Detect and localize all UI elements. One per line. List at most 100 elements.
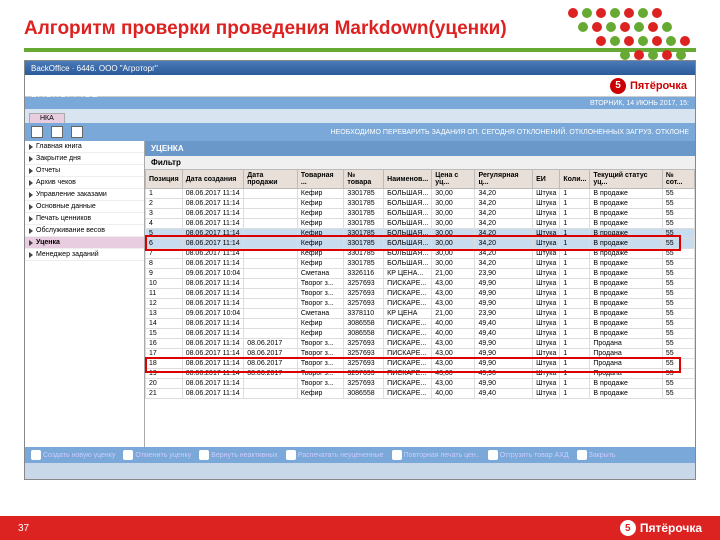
cell: 1 <box>560 279 590 289</box>
cell: КР ЦЕНА... <box>384 269 432 279</box>
cell: 9 <box>146 269 183 279</box>
footer-action[interactable]: Отгрузить товар АХД <box>488 450 569 460</box>
sidebar-item-label: Менеджер заданий <box>36 251 99 258</box>
column-header[interactable]: Товарная ... <box>297 170 343 189</box>
table-row[interactable]: 1408.06.2017 11:14Кефир3086558ПИСКАРЕ...… <box>146 319 695 329</box>
sidebar-item[interactable]: Основные данные <box>25 201 144 213</box>
table-row[interactable]: 508.06.2017 11:14Кефир3301785БОЛЬШАЯ...3… <box>146 229 695 239</box>
cell: Штука <box>533 319 560 329</box>
cell: 55 <box>662 389 694 399</box>
cell: 49,90 <box>475 369 533 379</box>
cell: 08.06.2017 11:14 <box>182 379 244 389</box>
sidebar-item[interactable]: Управление заказами <box>25 189 144 201</box>
table-row[interactable]: 2008.06.2017 11:14Творог з...3257693ПИСК… <box>146 379 695 389</box>
tool-icon[interactable] <box>31 126 43 138</box>
cell: 49,90 <box>475 279 533 289</box>
tool-icon[interactable] <box>71 126 83 138</box>
table-row[interactable]: 208.06.2017 11:14Кефир3301785БОЛЬШАЯ...3… <box>146 199 695 209</box>
sidebar-item[interactable]: Печать ценников <box>25 213 144 225</box>
column-header[interactable]: Текущий статус уц... <box>590 170 662 189</box>
footer-action[interactable]: Повторная печать цен.. <box>392 450 480 460</box>
tool-icon[interactable] <box>51 126 63 138</box>
table-row[interactable]: 1508.06.2017 11:14Кефир3086558ПИСКАРЕ...… <box>146 329 695 339</box>
cell: 6 <box>146 239 183 249</box>
cell: 43,00 <box>432 379 475 389</box>
cell: 34,20 <box>475 229 533 239</box>
footer-action[interactable]: Вернуть неактивных <box>199 450 278 460</box>
table-row[interactable]: 2108.06.2017 11:14Кефир3086558ПИСКАРЕ...… <box>146 389 695 399</box>
footer-action[interactable]: Распечатать неуцененные <box>286 450 384 460</box>
cell: 1 <box>560 329 590 339</box>
data-grid[interactable]: ПозицияДата созданияДата продажиТоварная… <box>145 169 695 399</box>
sidebar-item[interactable]: Менеджер заданий <box>25 249 144 261</box>
table-row[interactable]: 1608.06.2017 11:1408.06.2017Творог з...3… <box>146 339 695 349</box>
filter-label[interactable]: Фильтр <box>145 156 695 169</box>
cell: Штука <box>533 389 560 399</box>
cell: Творог з... <box>297 349 343 359</box>
table-row[interactable]: 708.06.2017 11:14Кефир3301785БОЛЬШАЯ...3… <box>146 249 695 259</box>
cell: 1 <box>560 389 590 399</box>
cell: 55 <box>662 279 694 289</box>
table-row[interactable]: 909.06.2017 10:04Сметана3326116КР ЦЕНА..… <box>146 269 695 279</box>
cell: 3301785 <box>344 259 384 269</box>
table-row[interactable]: 1708.06.2017 11:1408.06.2017Творог з...3… <box>146 349 695 359</box>
column-header[interactable]: № сот... <box>662 170 694 189</box>
footer-action[interactable]: Создать новую уценку <box>31 450 115 460</box>
column-header[interactable]: ЕИ <box>533 170 560 189</box>
column-header[interactable]: Коли... <box>560 170 590 189</box>
table-row[interactable]: 608.06.2017 11:14Кефир3301785БОЛЬШАЯ...3… <box>146 239 695 249</box>
cell <box>244 279 298 289</box>
table-row[interactable]: 1808.06.2017 11:1408.06.2017Творог з...3… <box>146 359 695 369</box>
cell: ПИСКАРЕ... <box>384 389 432 399</box>
main-header: УЦЕНКА <box>145 141 695 156</box>
cell: 3301785 <box>344 249 384 259</box>
column-header[interactable]: Дата продажи <box>244 170 298 189</box>
table-row[interactable]: 1908.06.2017 11:1408.06.2017Творог з...3… <box>146 369 695 379</box>
cell: 3301785 <box>344 239 384 249</box>
sidebar-item[interactable]: Обслуживание весов <box>25 225 144 237</box>
window-titlebar: BackOffice · 6446. ООО "Агроторг" BACKOF… <box>25 61 695 75</box>
cell: 34,20 <box>475 239 533 249</box>
cell: 49,40 <box>475 329 533 339</box>
toolbar-message: НЕОБХОДИМО ПЕРЕВАРИТЬ ЗАДАНИЯ ОП. СЕГОДН… <box>331 129 689 136</box>
table-row[interactable]: 808.06.2017 11:14Кефир3301785БОЛЬШАЯ...3… <box>146 259 695 269</box>
cell: 49,90 <box>475 339 533 349</box>
footer-action[interactable]: Отменить уценку <box>123 450 191 460</box>
cell: В продаже <box>590 289 662 299</box>
column-header[interactable]: Наименов... <box>384 170 432 189</box>
column-header[interactable]: Регулярная ц... <box>475 170 533 189</box>
footer-logo: 5 Пятёрочка <box>620 520 702 536</box>
table-row[interactable]: 1309.06.2017 10:04Сметана3378110КР ЦЕНА2… <box>146 309 695 319</box>
cell: 23,90 <box>475 269 533 279</box>
cell: ПИСКАРЕ... <box>384 279 432 289</box>
cell: 3326116 <box>344 269 384 279</box>
table-row[interactable]: 308.06.2017 11:14Кефир3301785БОЛЬШАЯ...3… <box>146 209 695 219</box>
sidebar-item[interactable]: Главная книга <box>25 141 144 153</box>
table-row[interactable]: 1008.06.2017 11:14Творог з...3257693ПИСК… <box>146 279 695 289</box>
column-header[interactable]: Дата создания <box>182 170 244 189</box>
footer-action[interactable]: Закрыть <box>577 450 616 460</box>
info-bar: ВТОРНИК, 14 ИЮНЬ 2017, 15: <box>25 97 695 109</box>
cell: Продана <box>590 349 662 359</box>
column-header[interactable]: Позиция <box>146 170 183 189</box>
window-title: BackOffice · 6446. ООО "Агроторг" <box>31 64 158 73</box>
table-row[interactable]: 1208.06.2017 11:14Творог з...3257693ПИСК… <box>146 299 695 309</box>
column-header[interactable]: № товара <box>344 170 384 189</box>
cell: 08.06.2017 11:14 <box>182 229 244 239</box>
sidebar-item[interactable]: Отчеты <box>25 165 144 177</box>
back-label: BACKOFFICE <box>31 89 99 99</box>
cell: 1 <box>560 369 590 379</box>
cell: 1 <box>146 189 183 199</box>
cell: Штука <box>533 299 560 309</box>
sidebar-item[interactable]: Уценка <box>25 237 144 249</box>
column-header[interactable]: Цена с уц... <box>432 170 475 189</box>
sidebar-item[interactable]: Закрытие дня <box>25 153 144 165</box>
table-row[interactable]: 408.06.2017 11:14Кефир3301785БОЛЬШАЯ...3… <box>146 219 695 229</box>
action-icon <box>123 450 133 460</box>
table-row[interactable]: 1108.06.2017 11:14Творог з...3257693ПИСК… <box>146 289 695 299</box>
sidebar-item[interactable]: Архив чеков <box>25 177 144 189</box>
tab-markdown[interactable]: НКА <box>29 113 65 123</box>
table-row[interactable]: 108.06.2017 11:14Кефир3301785БОЛЬШАЯ...3… <box>146 189 695 199</box>
action-icon <box>392 450 402 460</box>
cell: 49,90 <box>475 379 533 389</box>
